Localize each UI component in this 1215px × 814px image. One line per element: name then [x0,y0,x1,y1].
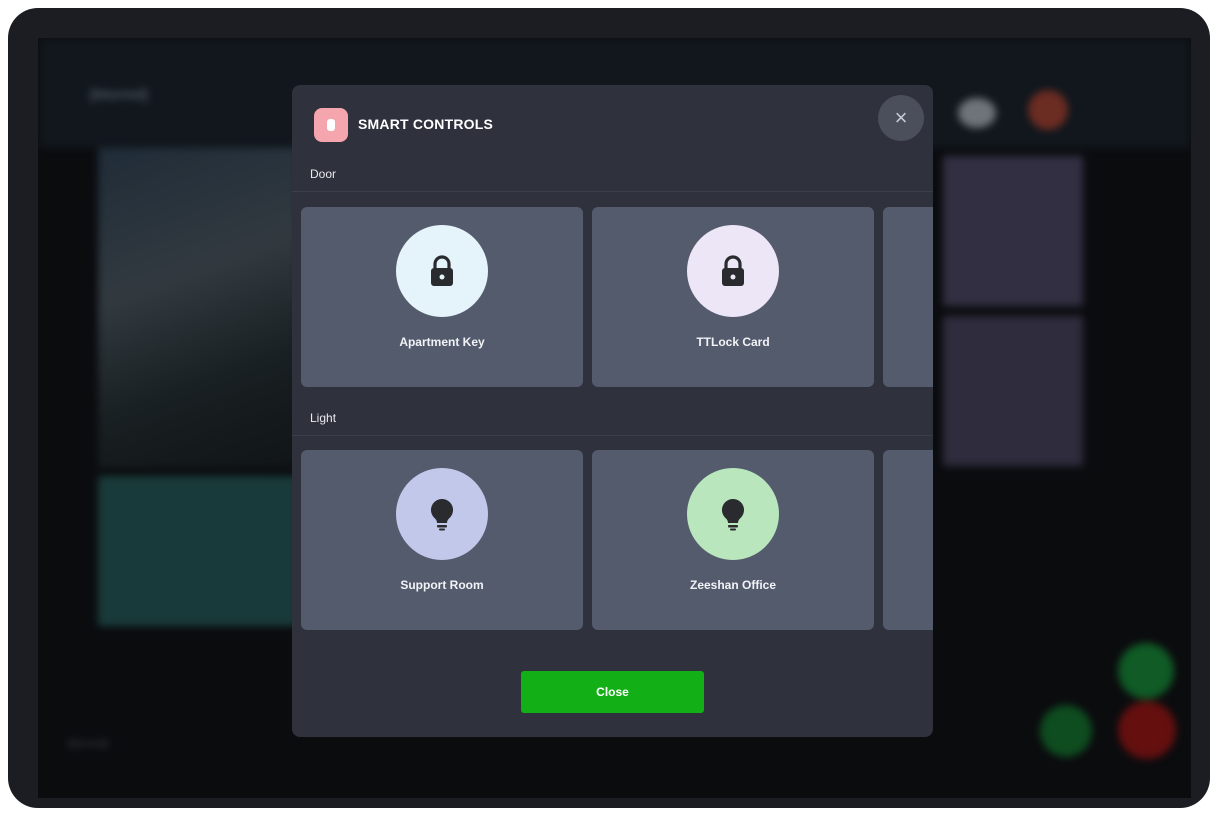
light-controls-row: Support Room Zeeshan Office [301,450,933,630]
close-icon[interactable]: × [878,95,924,141]
lock-icon [687,225,779,317]
section-divider [292,191,933,192]
control-card-label: TTLock Card [696,335,770,349]
control-card-apartment-key[interactable]: Apartment Key [301,207,583,387]
bulb-icon [687,468,779,560]
modal-header: SMART CONTROLS × [292,85,933,165]
modal-title: SMART CONTROLS [358,116,494,132]
control-card-label: Support Room [400,578,484,592]
control-card-partial[interactable] [883,207,933,387]
bulb-icon [396,468,488,560]
smart-controls-modal: SMART CONTROLS × Door Apartment Key TTLo… [292,85,933,737]
smart-controls-icon [314,108,348,142]
section-label-light: Light [310,411,337,425]
control-card-support-room[interactable]: Support Room [301,450,583,630]
control-card-ttlock-card[interactable]: TTLock Card [592,207,874,387]
close-button[interactable]: Close [521,671,704,713]
control-card-partial[interactable] [883,450,933,630]
section-label-door: Door [310,167,337,181]
section-divider [292,435,933,436]
control-card-zeeshan-office[interactable]: Zeeshan Office [592,450,874,630]
control-card-label: Zeeshan Office [689,578,777,592]
door-controls-row: Apartment Key TTLock Card [301,207,933,387]
lock-icon [396,225,488,317]
control-card-label: Apartment Key [399,335,485,349]
